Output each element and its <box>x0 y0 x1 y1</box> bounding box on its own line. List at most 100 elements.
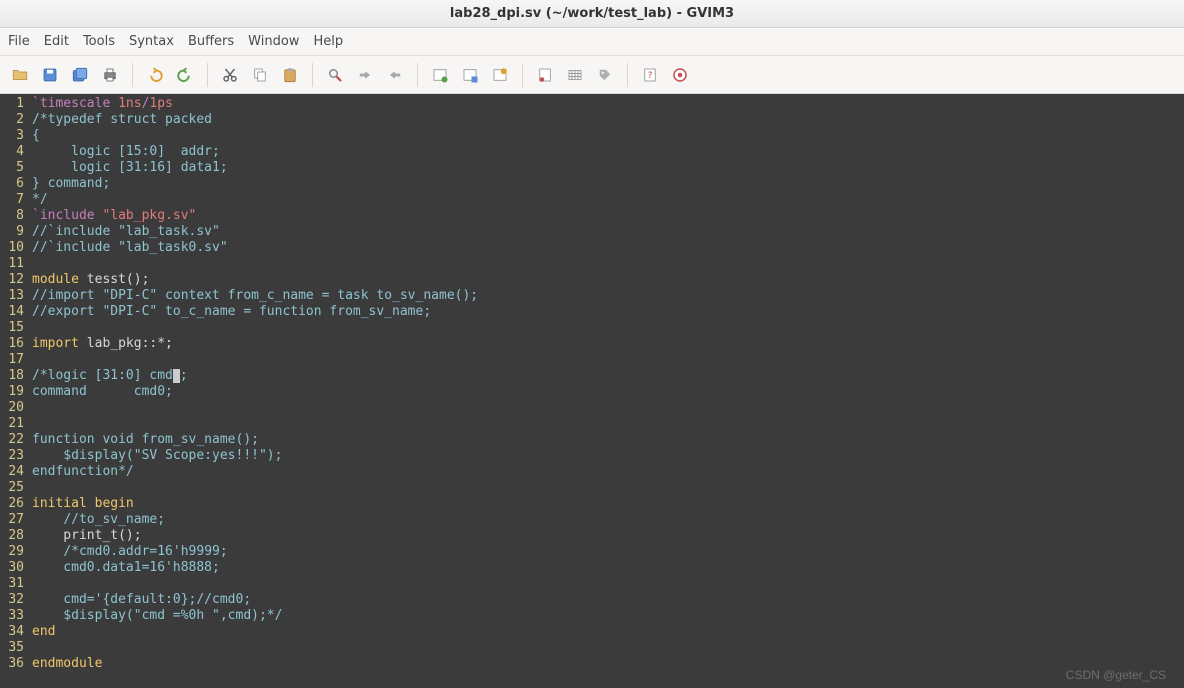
code-line[interactable]: module tesst(); <box>32 272 1184 288</box>
code-line[interactable] <box>32 640 1184 656</box>
menu-edit[interactable]: Edit <box>44 34 69 49</box>
line-number: 27 <box>0 512 24 528</box>
line-number: 12 <box>0 272 24 288</box>
line-number: 36 <box>0 656 24 672</box>
line-number: 21 <box>0 416 24 432</box>
code-line[interactable] <box>32 256 1184 272</box>
code-line[interactable]: /*typedef struct packed <box>32 112 1184 128</box>
editor-area[interactable]: 1234567891011121314151617181920212223242… <box>0 94 1184 688</box>
menu-buffers[interactable]: Buffers <box>188 34 234 49</box>
line-number: 25 <box>0 480 24 496</box>
code-line[interactable] <box>32 416 1184 432</box>
line-number: 22 <box>0 432 24 448</box>
line-number-gutter: 1234567891011121314151617181920212223242… <box>0 94 28 688</box>
code-line[interactable]: $display("SV Scope:yes!!!"); <box>32 448 1184 464</box>
menu-syntax[interactable]: Syntax <box>129 34 174 49</box>
copy-icon[interactable] <box>248 63 272 87</box>
code-line[interactable] <box>32 400 1184 416</box>
code-line[interactable]: `timescale 1ns/1ps <box>32 96 1184 112</box>
make-icon[interactable] <box>563 63 587 87</box>
code-line[interactable]: cmd='{default:0};//cmd0; <box>32 592 1184 608</box>
line-number: 29 <box>0 544 24 560</box>
code-line[interactable]: */ <box>32 192 1184 208</box>
print-icon[interactable] <box>98 63 122 87</box>
findprev-icon[interactable] <box>383 63 407 87</box>
code-line[interactable]: cmd0.data1=16'h8888; <box>32 560 1184 576</box>
paste-icon[interactable] <box>278 63 302 87</box>
code-line[interactable]: { <box>32 128 1184 144</box>
line-number: 18 <box>0 368 24 384</box>
findhelp-icon[interactable] <box>668 63 692 87</box>
window-title: lab28_dpi.sv (~/work/test_lab) - GVIM3 <box>450 6 734 21</box>
code-line[interactable] <box>32 320 1184 336</box>
code-line[interactable] <box>32 352 1184 368</box>
code-line[interactable]: import lab_pkg::*; <box>32 336 1184 352</box>
code-line[interactable]: //`include "lab_task.sv" <box>32 224 1184 240</box>
line-number: 24 <box>0 464 24 480</box>
tags-icon[interactable] <box>593 63 617 87</box>
menu-window[interactable]: Window <box>248 34 299 49</box>
line-number: 34 <box>0 624 24 640</box>
line-number: 31 <box>0 576 24 592</box>
line-number: 2 <box>0 112 24 128</box>
redo-icon[interactable] <box>173 63 197 87</box>
line-number: 33 <box>0 608 24 624</box>
code-line[interactable]: //export "DPI-C" to_c_name = function fr… <box>32 304 1184 320</box>
code-line[interactable]: //import "DPI-C" context from_c_name = t… <box>32 288 1184 304</box>
line-number: 35 <box>0 640 24 656</box>
code-line[interactable]: endfunction*/ <box>32 464 1184 480</box>
code-line[interactable]: logic [15:0] addr; <box>32 144 1184 160</box>
saveall-icon[interactable] <box>68 63 92 87</box>
findreplace-icon[interactable] <box>323 63 347 87</box>
undo-icon[interactable] <box>143 63 167 87</box>
code-line[interactable]: print_t(); <box>32 528 1184 544</box>
code-line[interactable] <box>32 480 1184 496</box>
line-number: 15 <box>0 320 24 336</box>
opensession-icon[interactable] <box>458 63 482 87</box>
code-content[interactable]: `timescale 1ns/1ps/*typedef struct packe… <box>28 94 1184 688</box>
line-number: 16 <box>0 336 24 352</box>
open-icon[interactable] <box>8 63 32 87</box>
code-line[interactable]: } command; <box>32 176 1184 192</box>
script-icon[interactable] <box>533 63 557 87</box>
menubar: File Edit Tools Syntax Buffers Window He… <box>0 28 1184 56</box>
code-line[interactable]: /*logic [31:0] cmd; <box>32 368 1184 384</box>
line-number: 3 <box>0 128 24 144</box>
code-line[interactable] <box>32 576 1184 592</box>
line-number: 1 <box>0 96 24 112</box>
line-number: 7 <box>0 192 24 208</box>
code-line[interactable]: initial begin <box>32 496 1184 512</box>
line-number: 4 <box>0 144 24 160</box>
line-number: 10 <box>0 240 24 256</box>
code-line[interactable]: //to_sv_name; <box>32 512 1184 528</box>
savesession-icon[interactable] <box>488 63 512 87</box>
newsession-icon[interactable] <box>428 63 452 87</box>
code-line[interactable]: command cmd0; <box>32 384 1184 400</box>
menu-help[interactable]: Help <box>313 34 343 49</box>
line-number: 23 <box>0 448 24 464</box>
help-icon[interactable]: ? <box>638 63 662 87</box>
code-line[interactable]: logic [31:16] data1; <box>32 160 1184 176</box>
code-line[interactable]: `include "lab_pkg.sv" <box>32 208 1184 224</box>
line-number: 32 <box>0 592 24 608</box>
code-line[interactable]: endmodule <box>32 656 1184 672</box>
line-number: 28 <box>0 528 24 544</box>
toolbar: ? <box>0 56 1184 94</box>
svg-text:?: ? <box>647 71 652 81</box>
line-number: 17 <box>0 352 24 368</box>
window-titlebar: lab28_dpi.sv (~/work/test_lab) - GVIM3 <box>0 0 1184 28</box>
code-line[interactable]: //`include "lab_task0.sv" <box>32 240 1184 256</box>
line-number: 5 <box>0 160 24 176</box>
menu-tools[interactable]: Tools <box>83 34 115 49</box>
line-number: 26 <box>0 496 24 512</box>
code-line[interactable]: end <box>32 624 1184 640</box>
code-line[interactable]: $display("cmd =%0h ",cmd);*/ <box>32 608 1184 624</box>
line-number: 9 <box>0 224 24 240</box>
line-number: 14 <box>0 304 24 320</box>
save-icon[interactable] <box>38 63 62 87</box>
code-line[interactable]: function void from_sv_name(); <box>32 432 1184 448</box>
menu-file[interactable]: File <box>8 34 30 49</box>
cut-icon[interactable] <box>218 63 242 87</box>
findnext-icon[interactable] <box>353 63 377 87</box>
code-line[interactable]: /*cmd0.addr=16'h9999; <box>32 544 1184 560</box>
